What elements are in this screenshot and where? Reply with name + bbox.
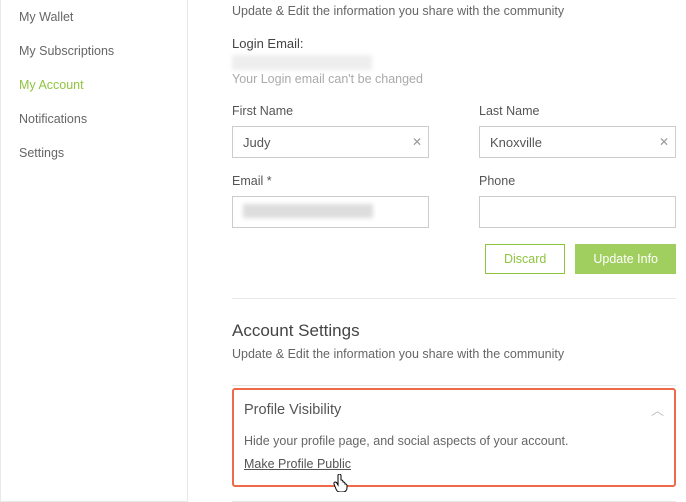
account-settings-subtitle: Update & Edit the information you share … bbox=[232, 347, 676, 361]
phone-input[interactable] bbox=[479, 196, 676, 228]
first-name-input[interactable]: Judy ✕ bbox=[232, 126, 429, 158]
last-name-value: Knoxville bbox=[490, 135, 542, 150]
login-email-label: Login Email: bbox=[232, 36, 676, 51]
update-info-button[interactable]: Update Info bbox=[575, 244, 676, 274]
login-email-value bbox=[232, 55, 372, 70]
sidebar-item-settings[interactable]: Settings bbox=[1, 136, 187, 170]
chevron-up-icon[interactable]: ︿ bbox=[651, 400, 664, 419]
sidebar-item-account[interactable]: My Account bbox=[1, 68, 187, 102]
login-email-hint: Your Login email can't be changed bbox=[232, 72, 676, 86]
first-name-label: First Name bbox=[232, 104, 429, 118]
profile-visibility-desc: Hide your profile page, and social aspec… bbox=[244, 434, 664, 448]
first-name-value: Judy bbox=[243, 135, 270, 150]
phone-label: Phone bbox=[479, 174, 676, 188]
email-input[interactable] bbox=[232, 196, 429, 228]
clear-icon[interactable]: ✕ bbox=[412, 136, 422, 148]
clear-icon[interactable]: ✕ bbox=[659, 136, 669, 148]
sidebar-item-notifications[interactable]: Notifications bbox=[1, 102, 187, 136]
last-name-label: Last Name bbox=[479, 104, 676, 118]
make-profile-public-link[interactable]: Make Profile Public bbox=[244, 457, 351, 471]
main-content: Update & Edit the information you share … bbox=[188, 0, 686, 502]
highlight-box: Profile Visibility Hide your profile pag… bbox=[232, 388, 676, 487]
account-settings-title: Account Settings bbox=[232, 321, 676, 341]
sidebar-item-wallet[interactable]: My Wallet bbox=[1, 0, 187, 34]
discard-button[interactable]: Discard bbox=[485, 244, 565, 274]
last-name-input[interactable]: Knoxville ✕ bbox=[479, 126, 676, 158]
profile-visibility-accordion[interactable]: ︿ Profile Visibility Hide your profile p… bbox=[232, 385, 676, 502]
email-value-redacted bbox=[243, 204, 373, 218]
section-divider bbox=[232, 298, 676, 299]
sidebar: My Wallet My Subscriptions My Account No… bbox=[0, 0, 188, 502]
email-label: Email * bbox=[232, 174, 429, 188]
page-subtitle: Update & Edit the information you share … bbox=[232, 4, 676, 18]
profile-visibility-title: Profile Visibility bbox=[244, 402, 664, 418]
sidebar-item-subscriptions[interactable]: My Subscriptions bbox=[1, 34, 187, 68]
